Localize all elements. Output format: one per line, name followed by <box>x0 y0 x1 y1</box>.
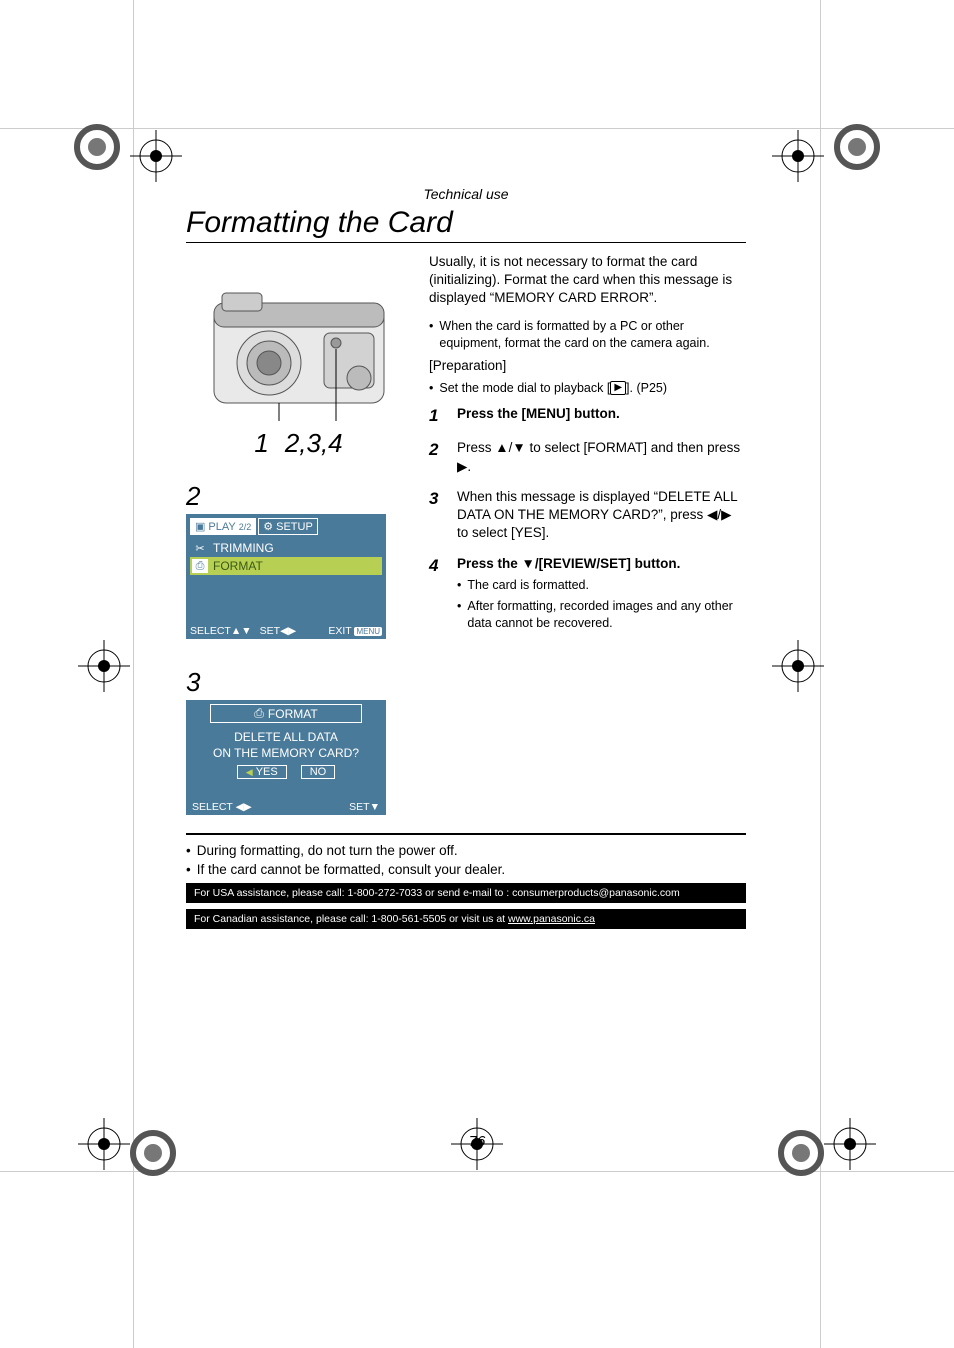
panasonic-link[interactable]: www.panasonic.ca <box>508 913 595 925</box>
trimming-icon: ✂ <box>192 541 208 555</box>
section-divider <box>186 833 746 835</box>
register-mark-icon <box>772 130 824 182</box>
step-4: 4 Press the ▼/[REVIEW/SET] button. The c… <box>429 555 746 632</box>
tab-play: ▣ PLAY2/2 <box>190 518 256 535</box>
menu-item-trimming: ✂ TRIMMING <box>190 539 382 557</box>
step-2: 2 Press ▲/▼ to select [FORMAT] and then … <box>429 439 746 475</box>
page-content: Technical use Formatting the Card <box>186 186 746 1106</box>
step-1: 1 Press the [MENU] button. <box>429 405 746 428</box>
color-target-icon <box>778 1130 824 1176</box>
screen-step-2-label: 2 <box>186 481 411 512</box>
step-3: 3 When this message is displayed “DELETE… <box>429 488 746 543</box>
format-icon: ⎙ <box>254 706 264 721</box>
step-4-note-2: After formatting, recorded images and an… <box>457 598 746 632</box>
lcd-screen-2: ▣ PLAY2/2 ⚙ SETUP ✂ TRIMMING ⎙ <box>186 514 386 639</box>
menu-item-format: ⎙ FORMAT ▶ <box>190 557 382 575</box>
canada-assist-bar: For Canadian assistance, please call: 1-… <box>186 909 746 929</box>
option-yes: ◀YES <box>237 765 287 779</box>
crop-line <box>0 128 954 129</box>
format-dialog-title: ⎙ FORMAT <box>210 704 362 723</box>
page-title: Formatting the Card <box>186 206 746 243</box>
prompt-line-1: DELETE ALL DATA <box>190 729 382 745</box>
color-target-icon <box>834 124 880 170</box>
left-right-glyph: ◀/▶ <box>707 507 732 522</box>
lcd-screen-3: ⎙ FORMAT DELETE ALL DATA ON THE MEMORY C… <box>186 700 386 815</box>
note-bullet: When the card is formatted by a PC or ot… <box>429 318 746 352</box>
usa-assist-bar: For USA assistance, please call: 1-800-2… <box>186 883 746 903</box>
register-mark-icon <box>772 640 824 692</box>
tab-setup: ⚙ SETUP <box>258 518 318 535</box>
register-mark-icon <box>78 1118 130 1170</box>
setup-icon: ⚙ <box>263 520 273 533</box>
register-mark-icon <box>78 640 130 692</box>
up-down-glyph: ▲/▼ <box>495 440 525 455</box>
prompt-line-2: ON THE MEMORY CARD? <box>190 745 382 761</box>
intro-paragraph: Usually, it is not necessary to format t… <box>429 253 746 308</box>
caution-bullet-1: During formatting, do not turn the power… <box>186 843 746 858</box>
register-mark-icon <box>824 1118 876 1170</box>
register-mark-icon <box>130 130 182 182</box>
lcd-footer: SELECT ◀▶ SET▼ <box>190 801 382 813</box>
right-glyph: ▶ <box>457 459 467 474</box>
playback-mode-icon: ▶ <box>610 381 626 395</box>
camera-illustration: 1 2,3,4 <box>186 253 411 453</box>
lcd-footer: SELECT▲▼ SET◀▶ EXIT MENU <box>190 625 382 637</box>
callout-1: 1 <box>254 428 268 459</box>
register-mark-icon <box>451 1118 503 1170</box>
down-glyph: ▼ <box>522 556 535 571</box>
screen-step-3-label: 3 <box>186 667 411 698</box>
submenu-arrow-icon: ▶ <box>371 559 380 573</box>
color-target-icon <box>74 124 120 170</box>
step-4-note-1: The card is formatted. <box>457 577 746 594</box>
color-target-icon <box>130 1130 176 1176</box>
format-icon: ⎙ <box>192 559 208 573</box>
preparation-label: [Preparation] <box>429 357 746 375</box>
preparation-item: Set the mode dial to playback [▶]. (P25) <box>429 380 746 397</box>
callout-234: 2,3,4 <box>285 428 343 459</box>
section-label: Technical use <box>186 186 746 202</box>
play-icon: ▣ <box>195 520 205 533</box>
caution-bullet-2: If the card cannot be formatted, consult… <box>186 862 746 877</box>
option-no: NO <box>301 765 336 779</box>
